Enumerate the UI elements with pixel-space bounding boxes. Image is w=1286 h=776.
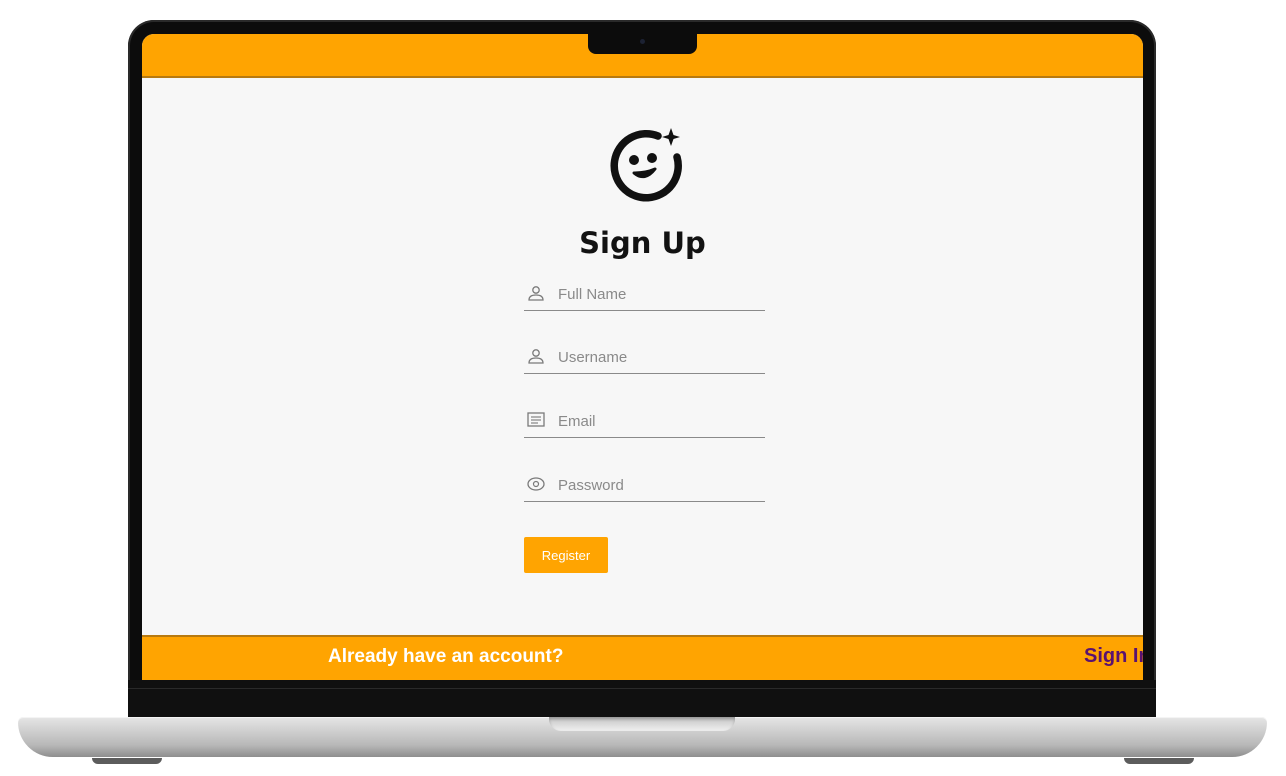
full-name-input[interactable]	[558, 282, 758, 306]
full-name-field	[524, 280, 765, 311]
chin-divider	[128, 688, 1156, 689]
account-prompt: Already have an account?	[328, 646, 564, 667]
sign-in-link[interactable]: Sign In	[1084, 645, 1143, 668]
password-input[interactable]	[558, 473, 758, 497]
username-field	[524, 343, 765, 374]
username-input[interactable]	[558, 345, 758, 369]
page-title: Sign Up	[579, 226, 706, 260]
email-field	[524, 407, 765, 438]
bottom-accent-bar	[142, 635, 1143, 680]
register-button[interactable]: Register	[524, 537, 608, 573]
lock-icon	[527, 477, 545, 491]
laptop-screen: Sign Up Full Name Username Email Registe…	[142, 34, 1143, 680]
camera-icon	[640, 39, 645, 44]
email-input[interactable]	[558, 409, 758, 433]
user-icon	[528, 349, 544, 364]
smiley-sparkle-icon	[610, 128, 682, 202]
laptop-foot-left	[92, 758, 162, 764]
laptop-mockup: Sign Up Full Name Username Email Registe…	[0, 0, 1286, 776]
email-icon	[527, 412, 545, 427]
laptop-opening-groove	[549, 717, 735, 731]
password-field	[524, 471, 765, 502]
laptop-foot-right	[1124, 758, 1194, 764]
user-icon	[528, 286, 544, 301]
laptop-chin	[128, 680, 1156, 720]
